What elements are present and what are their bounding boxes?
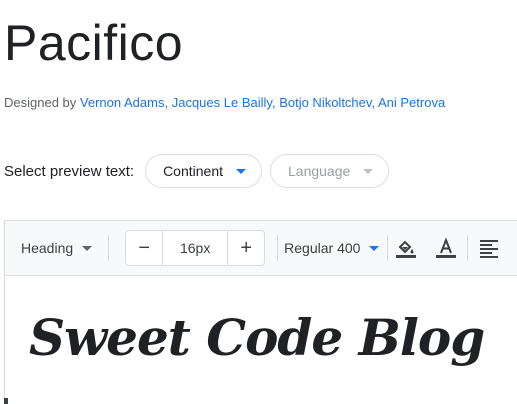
chevron-down-icon xyxy=(369,245,380,251)
designer-link[interactable]: Jacques Le Bailly xyxy=(172,95,272,110)
font-weight-label: Regular 400 xyxy=(284,240,361,256)
continent-dropdown[interactable]: Continent xyxy=(145,154,262,188)
text-style-label: Heading xyxy=(21,240,74,256)
designer-credits: Designed by Vernon Adams, Jacques Le Bai… xyxy=(4,94,445,112)
designer-separator: , xyxy=(164,95,169,110)
chevron-down-icon xyxy=(363,168,374,174)
preview-text[interactable]: Sweet Code Blog xyxy=(29,303,485,373)
designed-by-label: Designed by xyxy=(4,95,77,110)
designer-separator: , xyxy=(271,95,276,110)
align-left-icon[interactable] xyxy=(476,235,502,261)
continent-dropdown-label: Continent xyxy=(163,163,223,179)
chevron-down-icon xyxy=(236,168,246,174)
designer-separator: , xyxy=(371,95,376,110)
toolbar-divider xyxy=(467,235,469,261)
font-size-stepper: − 16px + xyxy=(125,230,266,266)
designer-link[interactable]: Ani Petrova xyxy=(378,95,445,110)
fill-color-icon[interactable] xyxy=(393,235,419,261)
language-dropdown: Language xyxy=(270,154,390,188)
language-dropdown-label: Language xyxy=(288,163,351,179)
decrease-size-button[interactable]: − xyxy=(126,231,162,265)
increase-size-button[interactable]: + xyxy=(228,231,264,265)
type-tester-toolbar: Heading − 16px + Regular 400 xyxy=(5,221,517,276)
preview-text-selector: Select preview text: Continent Language xyxy=(4,153,397,189)
resize-handle xyxy=(4,398,8,404)
toolbar-divider xyxy=(108,235,110,261)
text-color-icon[interactable] xyxy=(433,235,459,261)
font-title: Pacifico xyxy=(4,15,184,71)
font-size-value[interactable]: 16px xyxy=(162,231,229,265)
designer-link[interactable]: Vernon Adams xyxy=(80,95,165,110)
chevron-down-icon xyxy=(82,245,93,251)
designer-link[interactable]: Botjo Nikoltchev xyxy=(279,95,371,110)
text-style-dropdown[interactable]: Heading xyxy=(21,240,93,256)
toolbar-divider xyxy=(277,235,279,261)
font-weight-dropdown[interactable]: Regular 400 xyxy=(284,240,380,256)
font-specimen-page: Pacifico Designed by Vernon Adams, Jacqu… xyxy=(0,0,517,404)
toolbar-divider xyxy=(387,235,389,261)
type-tester: Heading − 16px + Regular 400 Sweet Code … xyxy=(4,220,517,404)
preview-text-label: Select preview text: xyxy=(4,162,135,180)
